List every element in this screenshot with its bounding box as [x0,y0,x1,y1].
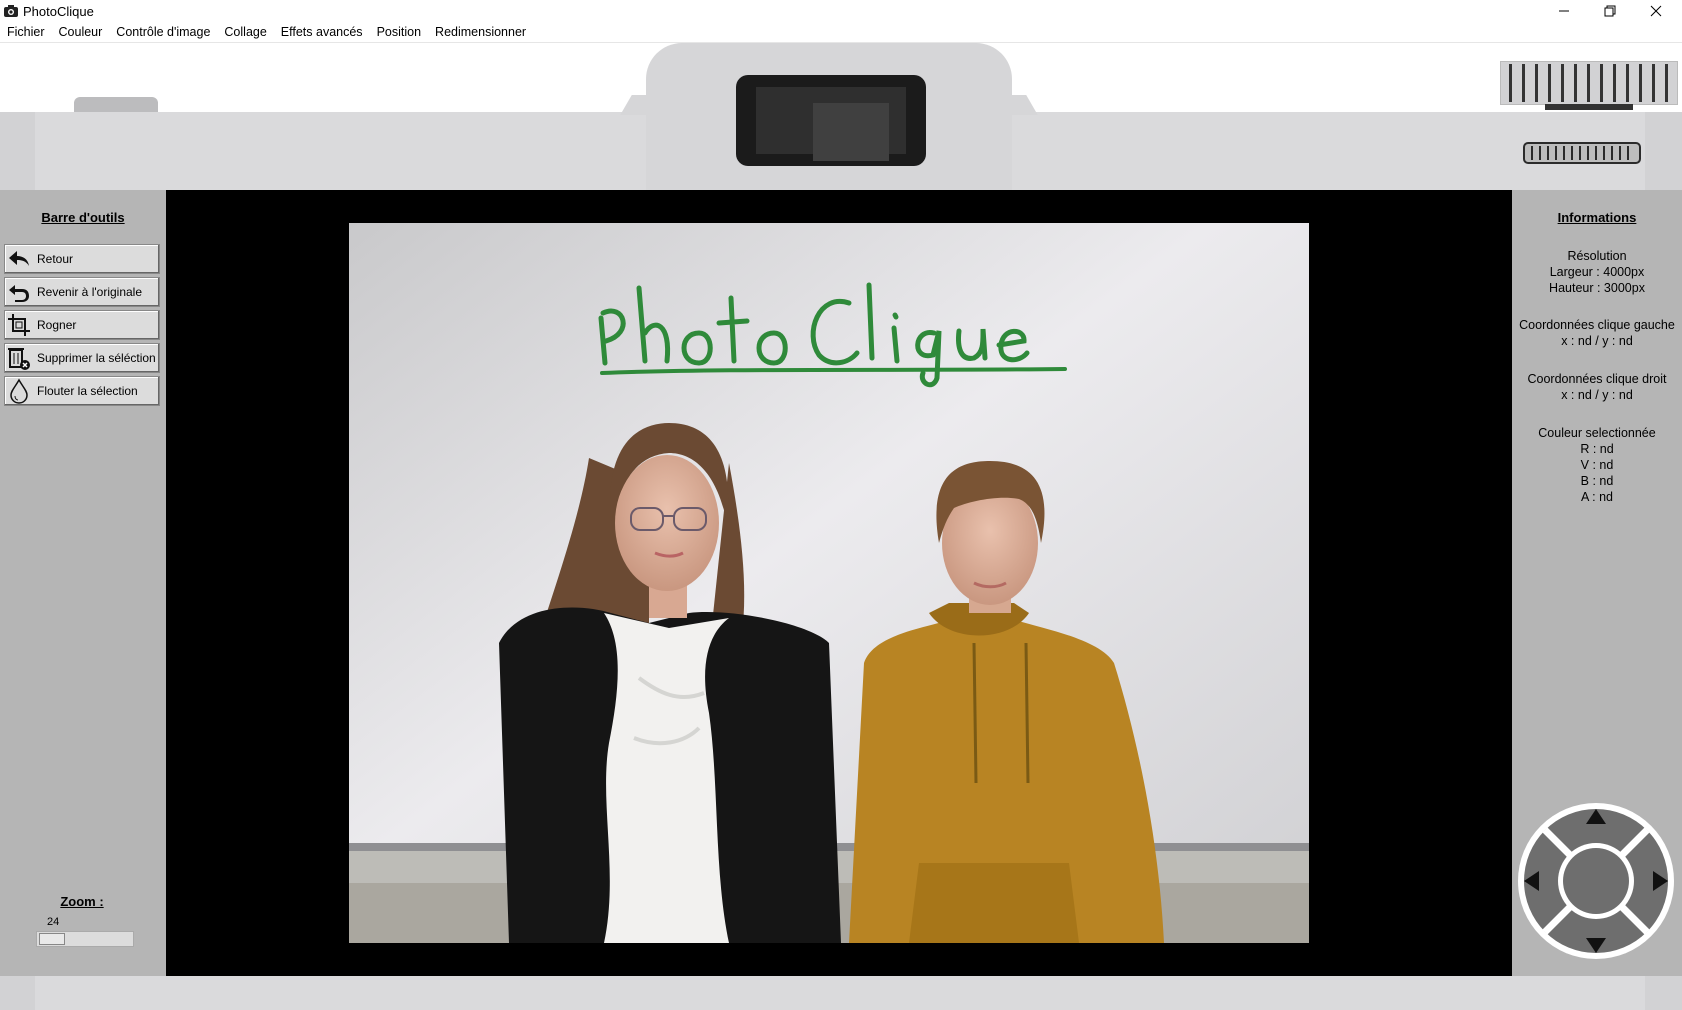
menu-fichier[interactable]: Fichier [0,25,52,39]
toolbar-title: Barre d'outils [41,210,125,225]
viewfinder [736,75,926,166]
color-v: V : nd [1580,458,1614,472]
toolbar-panel: Barre d'outils Retour Revenir à l'origin… [0,190,166,976]
revert-label: Revenir à l'originale [37,285,143,299]
menu-position[interactable]: Position [370,25,428,39]
dpad-center-button[interactable] [1563,848,1629,914]
right-click-value: x : nd / y : nd [1561,388,1633,402]
undo-arrow-icon [9,251,29,266]
resolution-label: Résolution [1567,249,1627,263]
zoom-slider-thumb[interactable] [39,933,65,945]
retour-label: Retour [37,252,74,266]
menu-redimensionner[interactable]: Redimensionner [428,25,533,39]
close-button[interactable] [1633,0,1679,22]
rogner-label: Rogner [37,318,77,332]
minimize-button[interactable] [1541,0,1587,22]
menu-effets-avances[interactable]: Effets avancés [274,25,370,39]
camera-app-icon [4,5,18,17]
photo-image [349,223,1309,943]
right-click-block: Coordonnées clique droit x : nd / y : nd [1512,371,1682,403]
left-click-value: x : nd / y : nd [1561,334,1633,348]
revert-icon [9,285,29,302]
grip-decoration [1523,142,1641,164]
photo-canvas[interactable] [349,223,1309,943]
menu-bar: Fichier Couleur Contrôle d'image Collage… [0,22,1682,42]
retour-button[interactable]: Retour [4,244,160,274]
revert-original-button[interactable]: Revenir à l'originale [4,277,160,307]
right-click-label: Coordonnées clique droit [1527,372,1667,386]
delete-selection-label: Supprimer la séléction [37,351,156,365]
delete-selection-button[interactable]: Supprimer la séléction [4,343,160,373]
resolution-height: Hauteur : 3000px [1549,281,1645,295]
shutter-button-decoration [74,97,158,112]
mode-dial-base [1545,104,1633,110]
left-click-label: Coordonnées clique gauche [1519,318,1675,332]
window-title: PhotoClique [23,4,94,19]
rogner-button[interactable]: Rogner [4,310,160,340]
blur-selection-label: Flouter la sélection [37,384,138,398]
zoom-label: Zoom : [60,894,104,909]
info-title: Informations [1557,210,1637,225]
zoom-slider[interactable] [36,931,134,947]
blur-drop-icon [10,378,28,404]
color-label: Couleur selectionnée [1538,426,1656,440]
color-block: Couleur selectionnée R : nd V : nd B : n… [1512,425,1682,505]
close-icon [1650,5,1662,17]
bottom-bar [0,976,1682,1010]
menu-controle-image[interactable]: Contrôle d'image [109,25,217,39]
color-a: A : nd [1581,490,1613,504]
resolution-width: Largeur : 4000px [1549,265,1645,279]
restore-button[interactable] [1587,0,1633,22]
minimize-icon [1559,10,1569,12]
restore-icon [1604,5,1616,17]
menu-collage[interactable]: Collage [217,25,273,39]
delete-selection-icon [8,348,30,370]
title-bar: PhotoClique [0,0,1682,22]
zoom-value: 24 [47,916,60,928]
crop-icon [8,314,30,336]
mode-dial [1500,61,1678,105]
menu-couleur[interactable]: Couleur [52,25,110,39]
navigation-dpad [1518,803,1674,959]
color-r: R : nd [1580,442,1614,456]
color-b: B : nd [1580,474,1614,488]
resolution-block: Résolution Largeur : 4000px Hauteur : 30… [1512,248,1682,296]
left-click-block: Coordonnées clique gauche x : nd / y : n… [1512,317,1682,349]
blur-selection-button[interactable]: Flouter la sélection [4,376,160,406]
